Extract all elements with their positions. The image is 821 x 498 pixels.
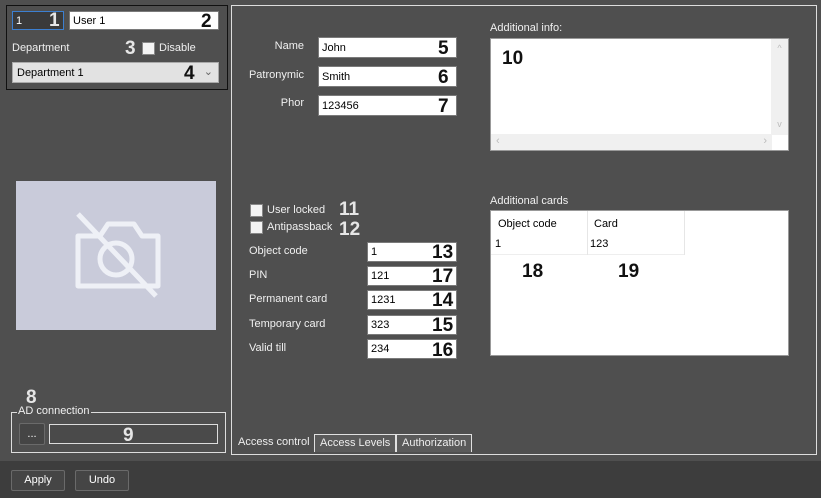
name-label: Name xyxy=(274,40,304,52)
user-name-field[interactable] xyxy=(69,11,219,30)
undo-button[interactable]: Undo xyxy=(75,470,129,491)
annotation-19: 19 xyxy=(618,261,640,282)
pin-label: PIN xyxy=(249,269,268,281)
tab-access-levels[interactable]: Access Levels xyxy=(314,434,397,452)
temporary-card-label: Temporary card xyxy=(249,318,326,330)
apply-button[interactable]: Apply xyxy=(11,470,65,491)
annotation-16: 16 xyxy=(432,340,454,361)
annotation-14: 14 xyxy=(432,290,454,311)
cell-card: 123 xyxy=(590,238,609,250)
vertical-scrollbar[interactable]: ^ v xyxy=(771,39,788,135)
object-code-label: Object code xyxy=(249,245,308,257)
annotation-12: 12 xyxy=(339,219,361,240)
table-header: Object code Card xyxy=(491,211,685,255)
department-value: Department 1 xyxy=(17,67,84,79)
name-field[interactable] xyxy=(318,37,457,58)
additional-info-textarea[interactable]: ^ v ‹ › xyxy=(490,38,789,151)
tab-authorization[interactable]: Authorization xyxy=(396,434,473,452)
antipassback-checkbox[interactable] xyxy=(250,221,263,234)
additional-cards-label: Additional cards xyxy=(490,195,569,207)
annotation-7: 7 xyxy=(438,96,449,117)
additional-info-label: Additional info: xyxy=(490,22,563,34)
disable-checkbox[interactable] xyxy=(142,42,155,55)
annotation-3: 3 xyxy=(125,38,136,59)
column-header-card[interactable]: Card xyxy=(594,218,618,230)
horizontal-scrollbar[interactable]: ‹ › xyxy=(491,134,772,150)
annotation-11: 11 xyxy=(339,199,360,220)
annotation-13: 13 xyxy=(432,242,454,263)
column-header-object-code[interactable]: Object code xyxy=(498,218,557,230)
annotation-15: 15 xyxy=(432,315,454,336)
ad-browse-button[interactable]: ... xyxy=(19,423,45,445)
no-camera-icon xyxy=(75,212,161,298)
phone-label: Phor xyxy=(280,97,304,109)
user-locked-checkbox[interactable] xyxy=(250,204,263,217)
additional-cards-table[interactable]: Object code Card 1 123 xyxy=(490,210,789,356)
annotation-6: 6 xyxy=(438,67,449,88)
annotation-18: 18 xyxy=(522,261,544,282)
annotation-8: 8 xyxy=(26,387,37,408)
annotation-9: 9 xyxy=(123,425,134,446)
photo-placeholder[interactable] xyxy=(16,181,216,330)
department-label: Department xyxy=(12,42,70,54)
annotation-2: 2 xyxy=(201,11,212,32)
patronymic-field[interactable] xyxy=(318,66,457,87)
valid-till-label: Valid till xyxy=(249,342,287,354)
cell-object-code: 1 xyxy=(495,238,502,250)
disable-label: Disable xyxy=(159,42,196,54)
tab-access-control[interactable]: Access control xyxy=(234,434,314,451)
phone-field[interactable] xyxy=(318,95,457,116)
user-locked-label: User locked xyxy=(267,204,326,216)
patronymic-label: Patronymic xyxy=(248,69,304,81)
annotation-17: 17 xyxy=(432,266,454,287)
antipassback-label: Antipassback xyxy=(267,221,333,233)
annotation-10: 10 xyxy=(502,48,524,69)
annotation-4: 4 xyxy=(184,63,195,84)
annotation-1: 1 xyxy=(49,10,60,31)
annotation-5: 5 xyxy=(438,38,449,59)
permanent-card-label: Permanent card xyxy=(249,293,328,305)
chevron-down-icon: ⌄ xyxy=(203,66,213,78)
